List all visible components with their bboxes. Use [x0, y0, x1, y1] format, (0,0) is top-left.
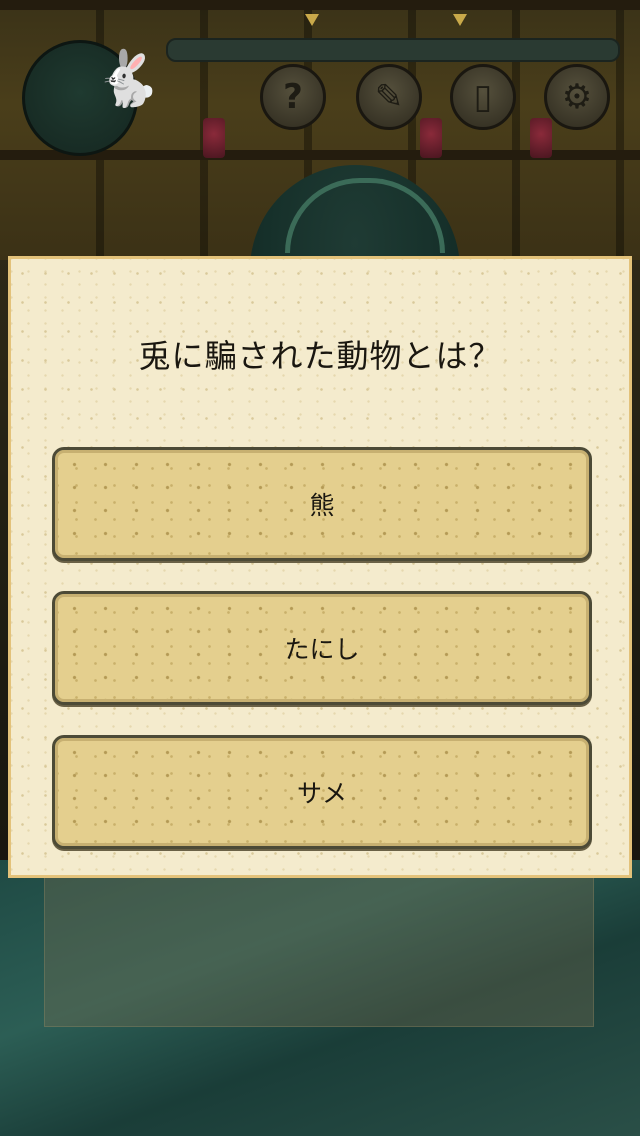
phone-button[interactable]: ▯	[450, 64, 516, 130]
lantern	[203, 118, 225, 158]
answer-label: 熊	[309, 491, 335, 520]
quiz-question: 兎に騙された動物とは？	[138, 337, 502, 375]
help-button[interactable]: ?	[260, 64, 326, 130]
lantern	[420, 118, 442, 158]
quiz-panel: 兎に騙された動物とは？ 熊 たにし サメ	[8, 256, 632, 878]
progress-marker	[453, 14, 467, 26]
question-mark-icon: ?	[283, 77, 303, 117]
dialogue-box-dimmed	[44, 860, 594, 1027]
phone-icon: ▯	[473, 77, 493, 117]
settings-button[interactable]: ⚙	[544, 64, 610, 130]
top-beam	[0, 0, 640, 10]
pencil-icon: ✎	[374, 77, 404, 117]
gear-icon: ⚙	[561, 77, 593, 117]
rabbit-icon: 🐇	[94, 47, 162, 110]
edit-button[interactable]: ✎	[356, 64, 422, 130]
lantern	[530, 118, 552, 158]
answer-button-3[interactable]: サメ	[52, 735, 592, 849]
answer-button-1[interactable]: 熊	[52, 447, 592, 561]
answer-label: サメ	[296, 779, 347, 808]
progress-bar	[166, 38, 620, 62]
answer-label: たにし	[284, 635, 360, 664]
answer-button-2[interactable]: たにし	[52, 591, 592, 705]
progress-marker	[305, 14, 319, 26]
